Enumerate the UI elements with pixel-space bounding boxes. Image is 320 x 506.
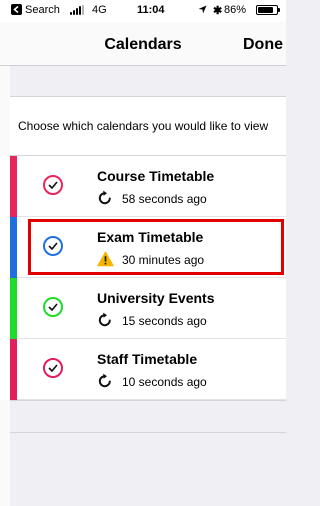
refresh-icon (97, 190, 113, 211)
calendar-color-stripe (10, 339, 17, 400)
sync-time: 30 minutes ago (122, 253, 205, 267)
calendar-row[interactable]: Staff Timetable 10 seconds ago (0, 339, 286, 400)
battery-percent: 86% (224, 4, 247, 16)
footer-area (10, 432, 286, 506)
sync-time: 10 seconds ago (122, 375, 207, 389)
checkmark-icon[interactable] (43, 358, 63, 378)
calendar-color-stripe (10, 278, 17, 339)
instructions-text: Choose which calendars you would like to… (18, 119, 269, 133)
instructions-cell: Choose which calendars you would like to… (10, 97, 286, 156)
calendar-row[interactable]: Course Timetable 58 seconds ago (0, 156, 286, 217)
section-spacer (10, 66, 286, 97)
checkmark-icon[interactable] (43, 175, 63, 195)
bluetooth-icon: ✱ (213, 5, 223, 17)
calendar-name: Staff Timetable (97, 351, 198, 367)
calendar-name: Exam Timetable (97, 229, 204, 245)
location-icon (198, 5, 207, 14)
status-bar: Search 4G 11:04 ✱ 86% (0, 0, 286, 22)
back-app-label[interactable]: Search (25, 4, 60, 16)
warning-icon (97, 251, 114, 272)
checkmark-icon[interactable] (43, 297, 63, 317)
battery-icon (256, 5, 280, 15)
network-type: 4G (92, 4, 107, 16)
calendar-row[interactable]: Exam Timetable 30 minutes ago (0, 217, 286, 278)
refresh-icon (97, 373, 113, 394)
refresh-icon (97, 312, 113, 333)
status-time: 11:04 (137, 4, 165, 16)
calendar-color-stripe (10, 217, 17, 278)
navigation-bar: Calendars Done (0, 22, 286, 66)
calendar-name: University Events (97, 290, 215, 306)
section-spacer-bottom (10, 400, 286, 432)
sync-time: 58 seconds ago (122, 192, 207, 206)
done-button[interactable]: Done (243, 36, 283, 54)
checkmark-icon[interactable] (43, 236, 63, 256)
signal-icon (70, 5, 84, 15)
calendar-name: Course Timetable (97, 168, 215, 184)
calendar-color-stripe (10, 156, 17, 217)
sync-time: 15 seconds ago (122, 314, 207, 328)
calendar-row[interactable]: University Events 15 seconds ago (0, 278, 286, 339)
back-to-app-icon[interactable] (11, 4, 22, 15)
